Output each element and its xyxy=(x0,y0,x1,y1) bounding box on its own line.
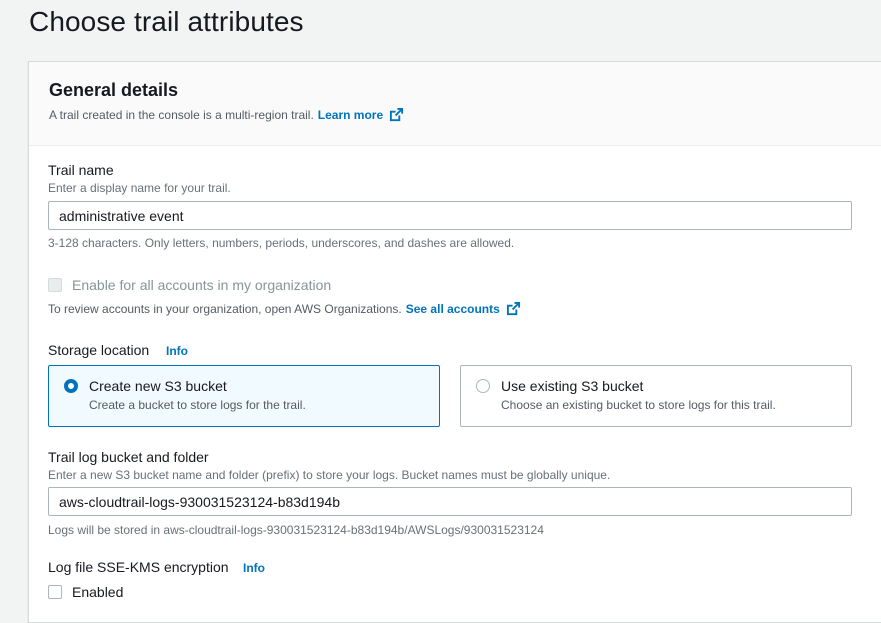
see-all-accounts-link[interactable]: See all accounts xyxy=(406,301,521,316)
organization-checkbox[interactable] xyxy=(48,278,62,292)
external-link-icon xyxy=(390,107,404,122)
see-all-accounts-label: See all accounts xyxy=(405,301,500,316)
encryption-info-link[interactable]: Info xyxy=(243,561,265,575)
storage-info-link[interactable]: Info xyxy=(166,344,188,358)
panel-title: General details xyxy=(49,80,179,100)
use-existing-bucket-radio[interactable] xyxy=(476,379,490,393)
panel-description-text: A trail created in the console is a mult… xyxy=(49,107,314,122)
use-existing-bucket-description: Choose an existing bucket to store logs … xyxy=(501,398,776,412)
create-new-bucket-description: Create a bucket to store logs for the tr… xyxy=(89,398,306,412)
bucket-folder-label: Trail log bucket and folder xyxy=(48,449,209,465)
organization-checkbox-label: Enable for all accounts in my organizati… xyxy=(72,277,332,293)
general-details-panel: General details A trail created in the c… xyxy=(28,61,881,623)
trail-name-description: Enter a display name for your trail. xyxy=(48,181,231,195)
use-existing-bucket-label: Use existing S3 bucket xyxy=(501,378,644,394)
storage-location-label: Storage location xyxy=(48,342,150,358)
encryption-enabled-label: Enabled xyxy=(72,584,124,600)
bucket-folder-description: Enter a new S3 bucket name and folder (p… xyxy=(48,468,611,482)
organization-note: To review accounts in your organization,… xyxy=(48,301,521,316)
organization-note-text: To review accounts in your organization,… xyxy=(48,301,402,316)
trail-name-input[interactable] xyxy=(48,201,852,230)
panel-description: A trail created in the console is a mult… xyxy=(49,107,404,122)
encryption-label: Log file SSE-KMS encryption xyxy=(48,559,229,575)
panel-header: General details A trail created in the c… xyxy=(29,62,881,146)
page-title: Choose trail attributes xyxy=(29,6,304,37)
trail-name-label: Trail name xyxy=(48,162,114,178)
use-existing-bucket-option[interactable]: Use existing S3 bucket Choose an existin… xyxy=(460,365,852,427)
learn-more-label: Learn more xyxy=(317,107,384,122)
external-link-icon xyxy=(506,301,520,316)
trail-name-constraint: 3-128 characters. Only letters, numbers,… xyxy=(48,236,515,250)
create-new-bucket-label: Create new S3 bucket xyxy=(89,378,227,394)
bucket-folder-input[interactable] xyxy=(48,487,852,516)
create-new-bucket-radio[interactable] xyxy=(64,379,78,393)
bucket-storage-note: Logs will be stored in aws-cloudtrail-lo… xyxy=(48,523,544,537)
create-new-bucket-option[interactable]: Create new S3 bucket Create a bucket to … xyxy=(48,365,440,427)
learn-more-link[interactable]: Learn more xyxy=(318,107,404,122)
encryption-enabled-checkbox[interactable] xyxy=(48,585,62,599)
